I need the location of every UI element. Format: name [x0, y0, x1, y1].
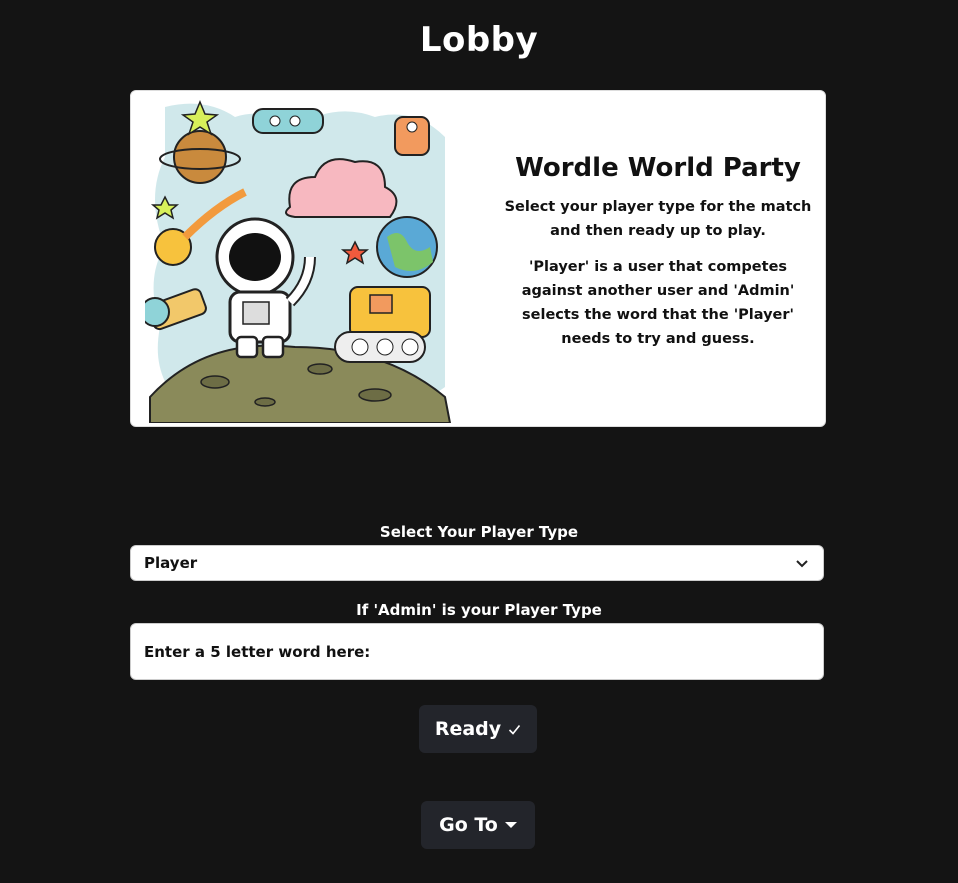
- admin-word-placeholder: Enter a 5 letter word here:: [144, 642, 371, 661]
- chevron-down-icon: [796, 560, 808, 568]
- check-icon: [509, 724, 521, 735]
- card-text: Wordle World Party Select your player ty…: [499, 153, 817, 363]
- caret-down-icon: [504, 822, 517, 828]
- goto-button-label: Go To: [439, 814, 498, 836]
- admin-word-input[interactable]: Enter a 5 letter word here:: [130, 623, 824, 680]
- goto-dropdown-button[interactable]: Go To: [421, 801, 535, 849]
- card-paragraph-roles: 'Player' is a user that competes against…: [521, 259, 795, 347]
- player-type-selected-value: Player: [144, 554, 198, 572]
- player-type-label: Select Your Player Type: [379, 523, 579, 541]
- intro-card: Wordle World Party Select your player ty…: [130, 90, 826, 427]
- player-type-select[interactable]: Player: [130, 545, 824, 581]
- card-paragraph-intro: Select your player type for the match an…: [504, 199, 812, 239]
- admin-word-label: If 'Admin' is your Player Type: [356, 601, 602, 619]
- ready-button[interactable]: Ready: [419, 705, 537, 753]
- ready-button-label: Ready: [434, 718, 502, 740]
- page-title: Lobby: [419, 20, 539, 60]
- astronaut-illustration: [145, 100, 452, 423]
- card-heading: Wordle World Party: [515, 153, 801, 183]
